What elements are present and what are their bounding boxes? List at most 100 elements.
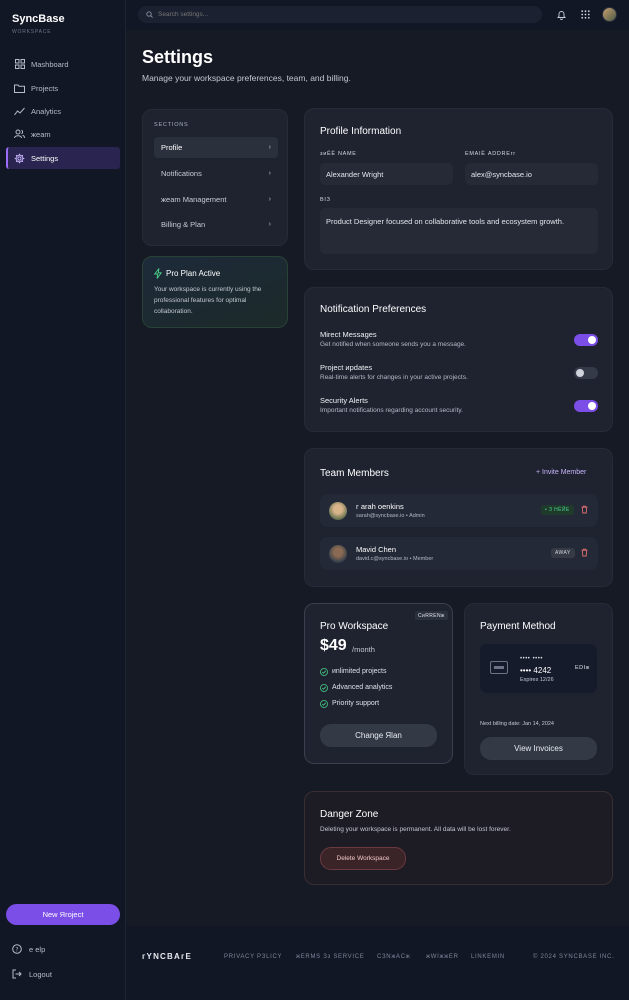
delete-workspace-button[interactable]: Delete Workspace bbox=[320, 847, 406, 870]
apps-grid-icon[interactable] bbox=[580, 9, 591, 20]
footer-link-privacy[interactable]: PRIVACY PЗLICY bbox=[224, 954, 282, 960]
logout-link[interactable]: Logout bbox=[12, 969, 52, 980]
logout-icon bbox=[12, 969, 23, 980]
new-project-button[interactable]: New Яroject bbox=[6, 904, 120, 925]
sections-card: SECTIONS Profile › Notifications › жeam … bbox=[142, 109, 288, 246]
section-item-notifications[interactable]: Notifications › bbox=[154, 163, 278, 184]
notifications-title: Notification Preferences bbox=[320, 304, 427, 315]
sidebar-item-dashboard[interactable]: Mashboard bbox=[6, 53, 120, 75]
chart-icon bbox=[14, 106, 25, 117]
notif-direct-desc: Get notified when someone sends you a me… bbox=[320, 341, 466, 348]
user-avatar[interactable] bbox=[602, 7, 617, 22]
team-row: г arah оenkins sarah@syncbase.io • Admin… bbox=[320, 494, 598, 527]
toggle-security-alerts[interactable] bbox=[574, 400, 598, 412]
page-subtitle: Manage your workspace preferences, team,… bbox=[142, 73, 351, 83]
sidebar-item-analytics[interactable]: Analytics bbox=[6, 100, 120, 122]
footer-logo: гYNCBAгE bbox=[142, 952, 193, 961]
users-icon bbox=[14, 129, 25, 140]
notif-projects-desc: Real-time alerts for changes in your act… bbox=[320, 374, 468, 381]
footer-link-terms[interactable]: жERMS Зз SERVICE bbox=[296, 954, 365, 960]
plan-title: Pro Workspace bbox=[320, 621, 389, 632]
danger-zone-card: Danger Zone Deleting your workspace is p… bbox=[304, 791, 613, 885]
section-item-team-management[interactable]: жeam Management › bbox=[154, 189, 278, 210]
view-invoices-button[interactable]: View Invoices bbox=[480, 737, 597, 760]
folder-icon bbox=[14, 83, 25, 94]
footer: гYNCBAгE PRIVACY PЗLICY жERMS Зз SERVICE… bbox=[126, 926, 629, 1000]
profile-title: Profile Information bbox=[320, 126, 402, 137]
member-meta: sarah@syncbase.io • Admin bbox=[356, 513, 425, 519]
search-box[interactable] bbox=[138, 6, 542, 23]
logout-label: Logout bbox=[29, 970, 52, 979]
search-input[interactable] bbox=[158, 11, 498, 18]
footer-link-twitter[interactable]: жWIжжER bbox=[426, 954, 459, 960]
pro-plan-desc: Your workspace is currently using the pr… bbox=[154, 286, 262, 315]
member-name: г arah оenkins bbox=[356, 502, 404, 511]
notif-projects-title: Project иpdates bbox=[320, 363, 373, 372]
pro-plan-card: Pro Plan Active Your workspace is curren… bbox=[142, 256, 288, 328]
section-label: жeam Management bbox=[161, 195, 227, 204]
footer-link-contact[interactable]: СЗNжACж bbox=[377, 954, 411, 960]
sidebar-item-label: Projects bbox=[31, 83, 59, 93]
help-label: e elp bbox=[29, 945, 46, 954]
notif-security-desc: Important notifications regarding accoun… bbox=[320, 407, 463, 414]
email-label: EMAIЁ ADDREгг bbox=[465, 151, 517, 157]
svg-text:?: ? bbox=[15, 946, 18, 953]
notif-direct-title: Mirect Messages bbox=[320, 330, 377, 339]
plan-price: $49 bbox=[320, 637, 347, 654]
sidebar-item-label: жeam bbox=[31, 129, 51, 139]
help-link[interactable]: ? e elp bbox=[12, 944, 45, 955]
check-circle-icon bbox=[320, 668, 328, 676]
bolt-icon bbox=[154, 268, 162, 279]
email-input[interactable] bbox=[465, 163, 598, 185]
full-name-input[interactable] bbox=[320, 163, 453, 185]
next-billing-date: Next billing date: Jan 14, 2024 bbox=[480, 721, 554, 727]
help-icon: ? bbox=[12, 944, 23, 955]
sidebar: SyncBase WORKSPACE Mashboard Projects An… bbox=[0, 0, 126, 1000]
bio-textarea[interactable]: Product Designer focused on collaborativ… bbox=[320, 208, 598, 254]
current-badge: СиRRENж bbox=[415, 611, 448, 620]
sidebar-item-label: Analytics bbox=[31, 106, 62, 116]
section-label: Billing & Plan bbox=[161, 220, 206, 229]
footer-copyright: © 2024 SYNCBASE INC. bbox=[533, 954, 615, 960]
chevron-right-icon: › bbox=[268, 144, 271, 151]
chevron-right-icon: › bbox=[268, 170, 271, 177]
brand-name: SyncBase bbox=[12, 13, 65, 25]
status-badge: AWAY bbox=[551, 548, 575, 558]
trash-icon[interactable] bbox=[580, 505, 589, 514]
team-title: Team Members bbox=[320, 468, 389, 479]
edit-card-button[interactable]: EDIж bbox=[575, 665, 590, 671]
toggle-project-updates[interactable] bbox=[574, 367, 598, 379]
bell-icon[interactable] bbox=[556, 9, 567, 20]
footer-link-linkedin[interactable]: LINKEMIN bbox=[471, 954, 505, 960]
plan-card: СиRRENж Pro Workspace $49 /month иnlimit… bbox=[304, 603, 453, 764]
gear-icon bbox=[14, 153, 25, 164]
plan-feature: Advanced analytics bbox=[332, 684, 393, 691]
chevron-right-icon: › bbox=[268, 196, 271, 203]
team-row: Mavid Chen david.c@syncbase.io • Member … bbox=[320, 537, 598, 570]
section-item-profile[interactable]: Profile › bbox=[154, 137, 278, 158]
sections-label: SECTIONS bbox=[154, 122, 189, 128]
plan-feature: иnlimited projects bbox=[332, 668, 387, 675]
top-bar bbox=[126, 0, 629, 30]
credit-card-icon bbox=[490, 661, 508, 674]
change-plan-button[interactable]: Change Яlan bbox=[320, 724, 437, 747]
card-last-digits: •••• 4242 bbox=[520, 666, 552, 675]
name-label: зиЁЁ NAME bbox=[320, 151, 357, 157]
danger-desc: Deleting your workspace is permanent. Al… bbox=[320, 826, 511, 833]
team-card: Team Members + Invite Member г arah оenk… bbox=[304, 448, 613, 587]
brand-subtitle: WORKSPACE bbox=[12, 29, 52, 35]
card-preview: •••• •••• •••• 4242 Expires 12/26 EDIж bbox=[480, 644, 597, 693]
invite-member-button[interactable]: + Invite Member bbox=[536, 469, 586, 476]
sidebar-item-projects[interactable]: Projects bbox=[6, 77, 120, 99]
check-circle-icon bbox=[320, 700, 328, 708]
sidebar-item-team[interactable]: жeam bbox=[6, 123, 120, 145]
payment-card: Payment Method •••• •••• •••• 4242 Expir… bbox=[464, 603, 613, 775]
chevron-right-icon: › bbox=[268, 221, 271, 228]
section-label: Notifications bbox=[161, 169, 202, 178]
toggle-direct-messages[interactable] bbox=[574, 334, 598, 346]
trash-icon[interactable] bbox=[580, 548, 589, 557]
profile-card: Profile Information зиЁЁ NAME EMAIЁ ADDR… bbox=[304, 108, 613, 270]
avatar bbox=[329, 502, 347, 520]
sidebar-item-settings[interactable]: Settings bbox=[6, 147, 120, 169]
section-item-billing[interactable]: Billing & Plan › bbox=[154, 214, 278, 235]
